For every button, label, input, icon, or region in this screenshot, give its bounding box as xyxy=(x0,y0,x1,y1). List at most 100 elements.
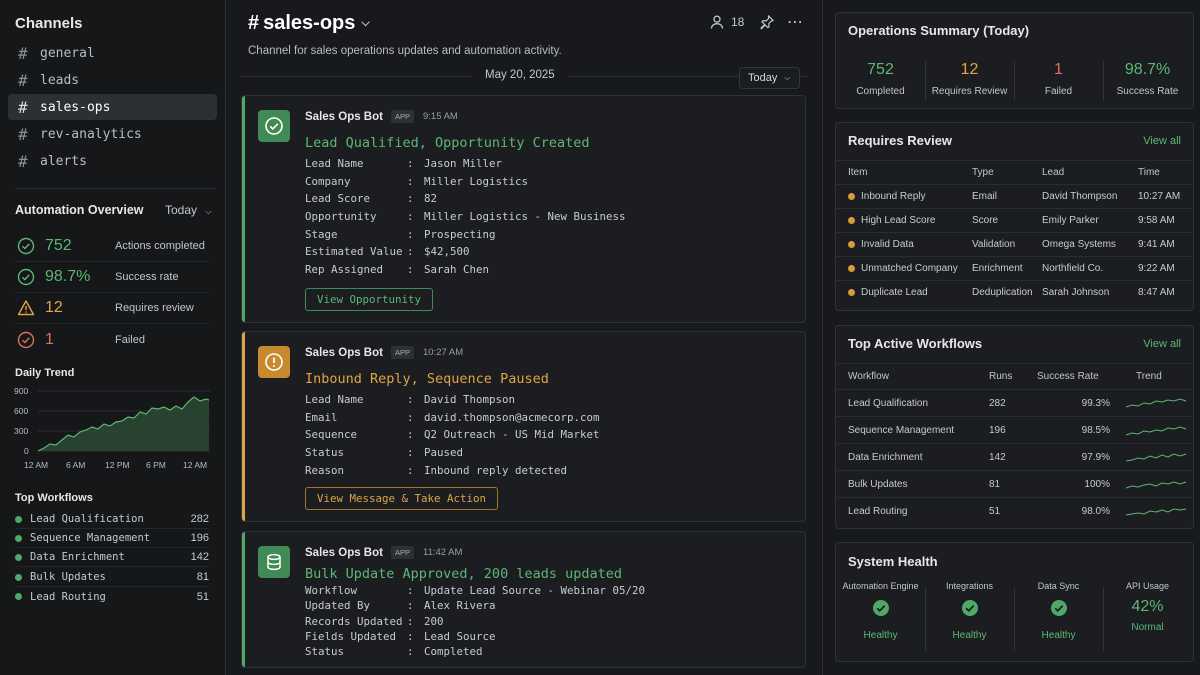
sidebar: Channels # general # leads # sales-ops #… xyxy=(0,0,226,675)
channel-view: # sales-ops ⌵ Channel for sales operatio… xyxy=(227,0,821,675)
status-dot xyxy=(15,593,22,600)
summary-label: Completed xyxy=(856,86,905,97)
member-count: 18 xyxy=(731,15,745,29)
field-key: Status xyxy=(305,645,345,659)
channel-sales-ops[interactable]: # sales-ops xyxy=(8,94,217,120)
field-row: Lead Score:82 xyxy=(305,192,438,206)
workflow-success-rate: 98.5% xyxy=(1081,424,1110,436)
channel-leads[interactable]: # leads xyxy=(8,67,217,93)
table-row[interactable]: Duplicate Lead Deduplication Sarah Johns… xyxy=(836,280,1193,304)
sparkline xyxy=(1126,398,1187,408)
field-row: Status: Completed xyxy=(305,645,483,659)
stat-label: Requires review xyxy=(115,302,194,314)
stat-value: 1 xyxy=(45,330,54,348)
accent-bar xyxy=(242,332,245,521)
stat-value: 752 xyxy=(45,237,72,254)
more-options-icon[interactable]: ⋯ xyxy=(787,12,804,32)
app-badge: APP xyxy=(390,546,414,559)
workflow-item[interactable]: Sequence Management 196 xyxy=(15,529,209,548)
channel-label: leads xyxy=(40,72,80,88)
summary-label: Success Rate xyxy=(1116,86,1179,97)
review-type: Validation xyxy=(972,239,1016,250)
view-opportunity-button[interactable]: View Opportunity xyxy=(305,288,434,311)
view-all-link[interactable]: View all xyxy=(1143,338,1181,350)
stat-value: 12 xyxy=(45,299,63,316)
workflow-runs: 81 xyxy=(989,478,1001,490)
automation-period-dropdown[interactable]: Today ⌵ xyxy=(165,203,211,217)
field-key: Email xyxy=(305,410,338,424)
workflow-name: Lead Qualification xyxy=(848,397,929,409)
table-row[interactable]: High Lead Score Score Emily Parker 9:58 … xyxy=(836,208,1193,232)
field-value: Jason Miller xyxy=(424,157,503,171)
review-type: Email xyxy=(972,191,998,202)
field-value: $42,500 xyxy=(424,245,470,259)
alert-icon xyxy=(265,353,283,371)
bot-avatar xyxy=(258,110,290,142)
review-time: 9:58 AM xyxy=(1138,215,1175,226)
table-row[interactable]: Lead Qualification 282 99.3% xyxy=(836,389,1193,416)
channel-general[interactable]: # general xyxy=(8,40,217,66)
health-status: Healthy xyxy=(952,630,987,641)
table-row[interactable]: Unmatched Company Enrichment Northfield … xyxy=(836,256,1193,280)
channel-label: alerts xyxy=(40,153,87,169)
workflow-count: 196 xyxy=(190,532,209,544)
workflow-name: Bulk Updates xyxy=(30,571,106,583)
message-headline: Lead Qualified, Opportunity Created xyxy=(305,135,590,151)
table-row[interactable]: Bulk Updates 81 100% xyxy=(836,470,1193,497)
column-header: Time xyxy=(1138,167,1160,178)
message-header: Sales Ops Bot APP 11:42 AM xyxy=(305,546,462,559)
top-active-workflows-panel: Top Active Workflows View all Workflow R… xyxy=(835,325,1194,529)
check-circle-icon xyxy=(265,117,283,135)
workflow-count: 51 xyxy=(196,590,209,603)
channel-label: sales-ops xyxy=(40,99,111,115)
workflow-success-rate: 99.3% xyxy=(1081,397,1110,409)
summary-label: Requires Review xyxy=(931,86,1008,97)
workflow-item[interactable]: Bulk Updates 81 xyxy=(15,568,209,587)
accent-bar xyxy=(242,96,245,322)
workflow-item[interactable]: Lead Qualification 282 xyxy=(15,510,209,529)
message-card: Sales Ops Bot APP 10:27 AM Inbound Reply… xyxy=(241,331,806,522)
workflow-name: Lead Routing xyxy=(30,590,106,603)
field-row: Sequence: Q2 Outreach - US Mid Market xyxy=(305,428,600,442)
workflow-item[interactable]: Lead Routing 51 xyxy=(15,587,209,606)
table-row[interactable]: Invalid Data Validation Omega Systems 9:… xyxy=(836,232,1193,256)
message-card: Sales Ops Bot APP 11:42 AM Bulk Update A… xyxy=(241,531,806,668)
take-action-button[interactable]: View Message & Take Action xyxy=(305,487,499,510)
channel-rev-analytics[interactable]: # rev-analytics xyxy=(8,121,217,147)
date-filter-dropdown[interactable]: Today ⌵ xyxy=(739,67,800,89)
sparkline xyxy=(1126,481,1187,489)
column-header: Lead xyxy=(1042,167,1065,178)
table-row[interactable]: Lead Routing 51 98.0% xyxy=(836,497,1193,524)
workflow-item[interactable]: Data Enrichment 142 xyxy=(15,548,209,567)
y-tick: 600 xyxy=(14,406,28,416)
channel-title[interactable]: # sales-ops ⌵ xyxy=(248,12,370,35)
column-header: Success Rate xyxy=(1037,371,1099,382)
author-name[interactable]: Sales Ops Bot xyxy=(305,111,383,123)
review-lead: David Thompson xyxy=(1042,191,1118,202)
channel-alerts[interactable]: # alerts xyxy=(8,148,217,174)
message-fields: Lead Name: Jason Miller Company: Miller Lo… xyxy=(305,155,626,278)
health-name: Data Sync xyxy=(1037,581,1080,591)
summary-failed: 1 Failed xyxy=(1014,53,1103,105)
pin-icon[interactable] xyxy=(759,14,775,30)
view-all-link[interactable]: View all xyxy=(1143,135,1181,147)
workflow-count: 282 xyxy=(190,513,209,525)
y-tick: 300 xyxy=(14,426,28,436)
table-row[interactable]: Data Enrichment 142 97.9% xyxy=(836,443,1193,470)
field-key: Lead Name xyxy=(305,393,364,407)
table-row[interactable]: Inbound Reply Email David Thompson 10:27… xyxy=(836,184,1193,208)
status-dot xyxy=(848,217,855,224)
workflow-name: Lead Qualification xyxy=(30,513,144,525)
members-button[interactable]: 18 xyxy=(709,14,744,30)
field-row: Updated By: Alex Rivera xyxy=(305,599,496,613)
review-type: Deduplication xyxy=(972,287,1033,298)
message-fields: Workflow: Update Lead Source - Webinar 05… xyxy=(305,583,645,659)
field-key: Workflow xyxy=(305,584,358,598)
author-name[interactable]: Sales Ops Bot xyxy=(305,347,383,359)
divider xyxy=(15,188,216,189)
field-key: Rep Assigned xyxy=(305,262,384,276)
author-name[interactable]: Sales Ops Bot xyxy=(305,547,383,559)
channel-description: Channel for sales operations updates and… xyxy=(248,45,562,57)
workflow-success-rate: 97.9% xyxy=(1081,451,1110,463)
table-row[interactable]: Sequence Management 196 98.5% xyxy=(836,416,1193,443)
